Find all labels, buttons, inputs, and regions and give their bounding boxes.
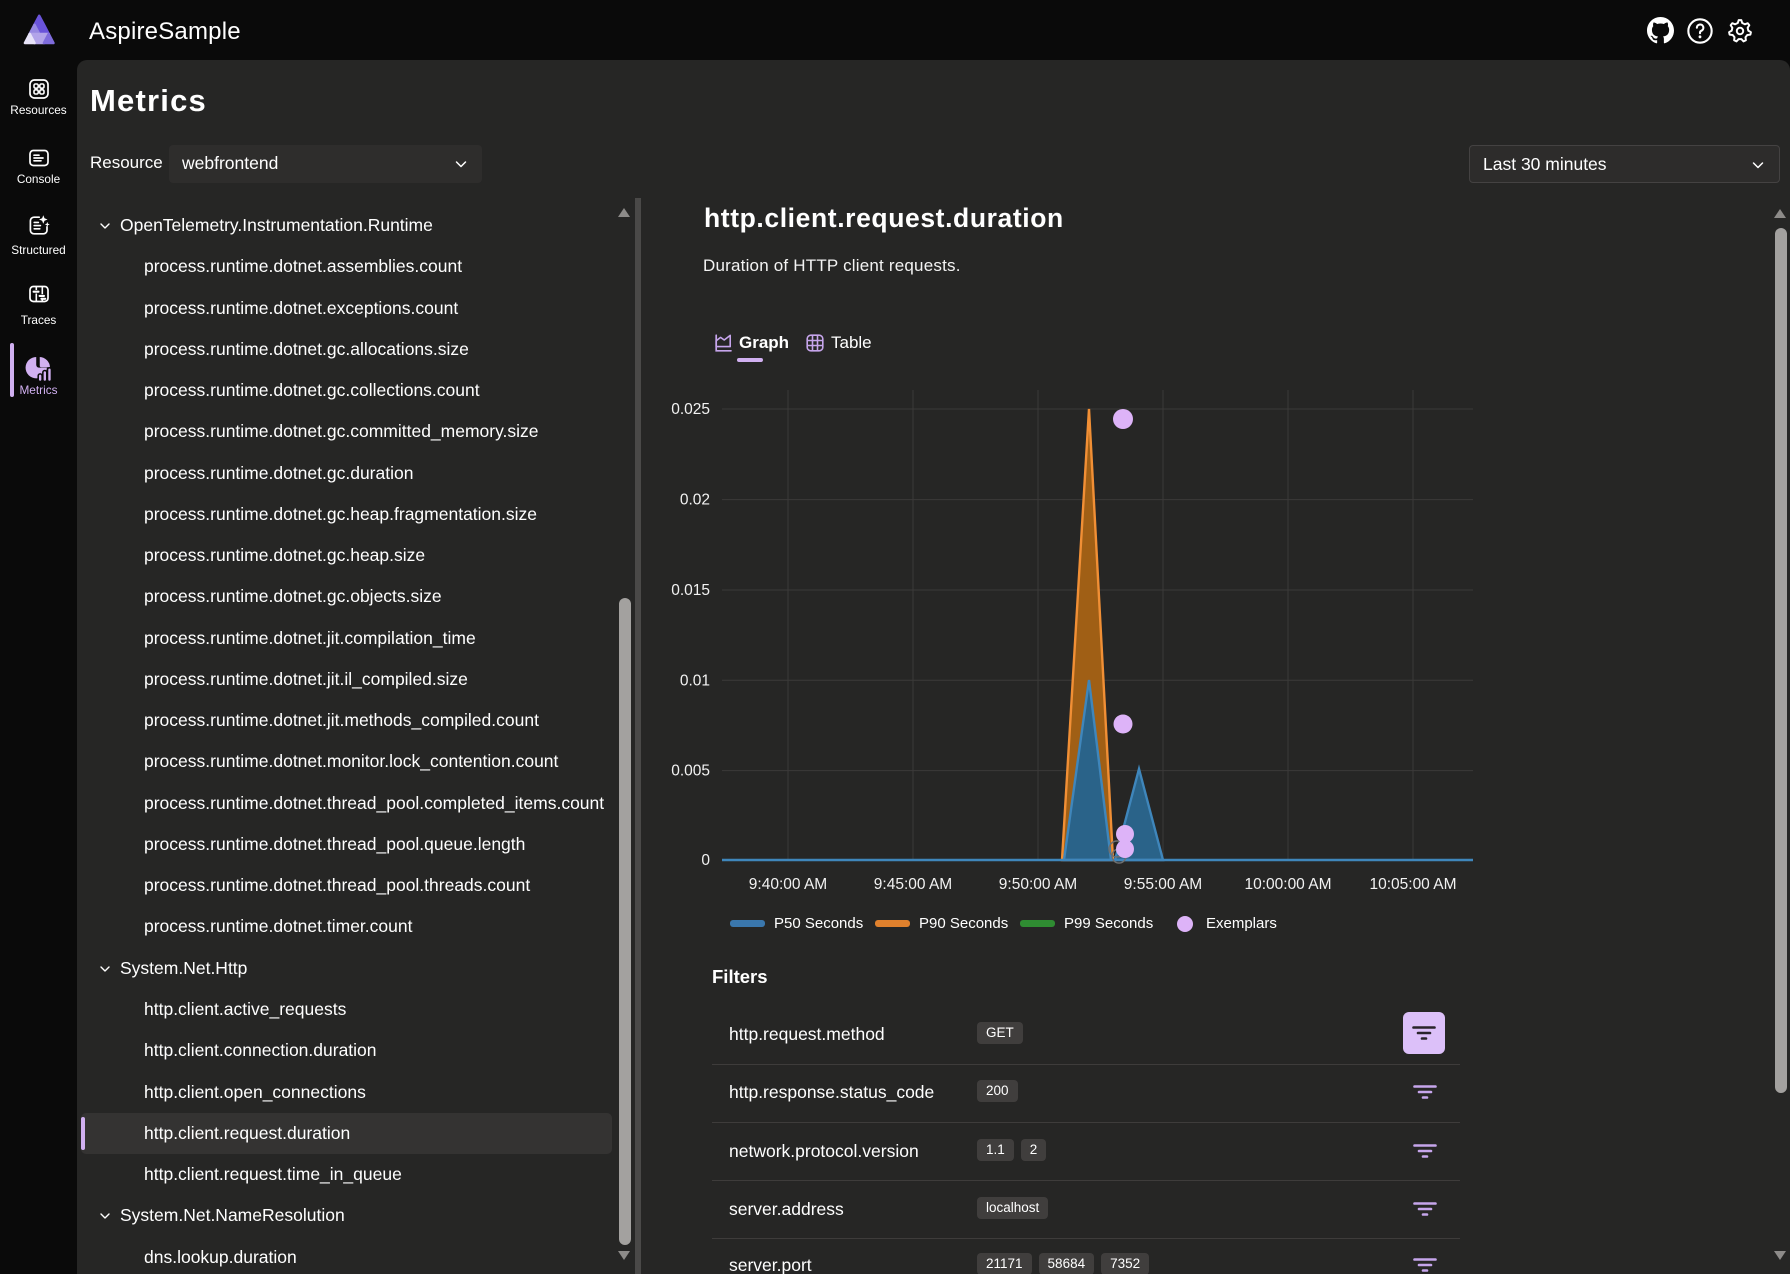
svg-text:9:50:00 AM: 9:50:00 AM (999, 876, 1077, 893)
svg-text:0.025: 0.025 (671, 401, 710, 418)
svg-text:10:00:00 AM: 10:00:00 AM (1244, 876, 1331, 893)
svg-text:0.02: 0.02 (680, 492, 710, 509)
svg-text:0: 0 (701, 852, 710, 869)
svg-text:10:05:00 AM: 10:05:00 AM (1369, 876, 1456, 893)
svg-text:0.005: 0.005 (671, 763, 710, 780)
svg-text:9:40:00 AM: 9:40:00 AM (749, 876, 827, 893)
svg-text:0.01: 0.01 (680, 672, 710, 689)
svg-text:9:55:00 AM: 9:55:00 AM (1124, 876, 1202, 893)
svg-text:9:45:00 AM: 9:45:00 AM (874, 876, 952, 893)
svg-text:0.015: 0.015 (671, 582, 710, 599)
